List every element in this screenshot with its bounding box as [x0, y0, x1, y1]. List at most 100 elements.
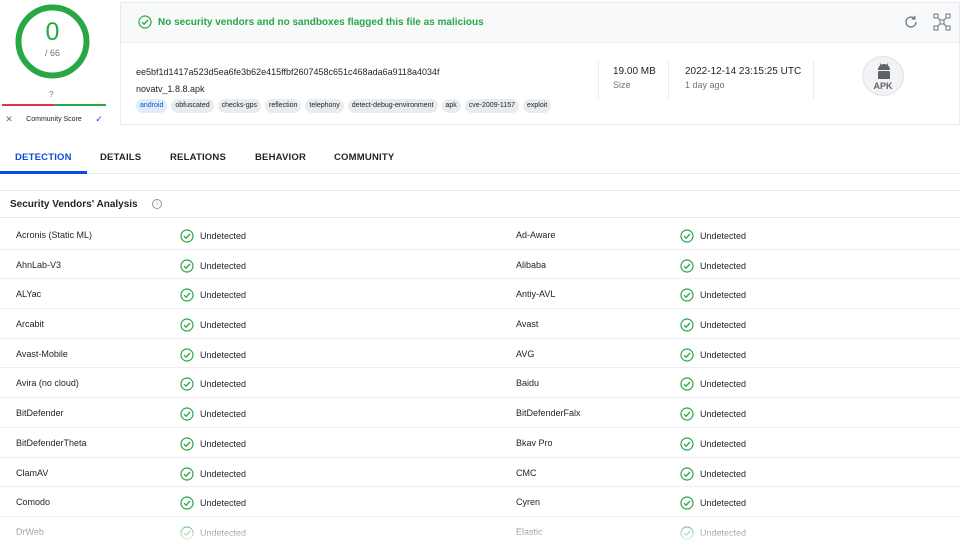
tag[interactable]: cve-2009-1157: [464, 99, 519, 113]
tab-detection[interactable]: DETECTION: [15, 152, 72, 163]
check-circle-icon: [180, 377, 194, 392]
vendor-name: Avast: [516, 319, 539, 330]
vendor-name: Cyren: [516, 497, 541, 508]
vendor-row: Arcabit Undetected Avast Undetected: [0, 309, 960, 339]
tag[interactable]: obfuscated: [171, 99, 214, 113]
check-circle-icon: [680, 229, 694, 243]
tag[interactable]: android: [136, 99, 168, 113]
section-header: Security Vendors' Analysis i: [0, 190, 960, 218]
vendor-result: Undetected: [180, 437, 246, 451]
info-icon[interactable]: i: [152, 199, 162, 209]
community-score-row: ✕ Community Score ✓: [4, 113, 104, 125]
vendor-result: Undetected: [180, 526, 246, 540]
divider: [598, 61, 599, 99]
vendor-result: Undetected: [680, 259, 746, 273]
vendor-name: Acronis (Static ML): [16, 230, 93, 240]
close-icon[interactable]: ✕: [4, 114, 14, 125]
vendor-result-label: Undetected: [200, 349, 247, 360]
tag[interactable]: checks-gps: [217, 99, 262, 113]
vendor-name: BitDefenderFalx: [516, 408, 581, 419]
vendor-result-label: Undetected: [200, 231, 247, 241]
check-circle-icon: [680, 377, 694, 392]
vendor-result-label: Undetected: [700, 438, 747, 449]
tag[interactable]: detect-debug-environment: [347, 99, 438, 113]
file-size-label: Size: [613, 80, 631, 90]
vendor-result: Undetected: [680, 288, 746, 302]
vendor-result-label: Undetected: [200, 498, 247, 509]
check-icon[interactable]: ✓: [94, 114, 104, 125]
check-circle-icon: [680, 318, 694, 332]
check-circle-icon: [180, 229, 194, 243]
vendor-result: Undetected: [680, 318, 746, 332]
vendor-row: BitDefenderTheta Undetected Bkav Pro Undete…: [0, 428, 960, 458]
vendor-name: Avira (no cloud): [16, 378, 79, 389]
vendor-name: Alibaba: [516, 259, 547, 270]
check-circle-icon: [680, 466, 694, 481]
analysis-date-relative: 1 day ago: [685, 80, 725, 90]
check-circle-icon: [180, 496, 194, 510]
community-score-label: Community Score: [26, 115, 82, 123]
check-circle-icon: [180, 407, 194, 421]
check-circle-icon: [180, 288, 194, 302]
check-circle-icon: [180, 318, 194, 332]
check-circle-icon: [180, 466, 194, 481]
vendor-result: Undetected: [680, 377, 746, 392]
vendor-name: Arcabit: [16, 319, 45, 330]
vendor-result-label: Undetected: [200, 290, 247, 301]
file-name: novatv_1.8.8.apk: [136, 84, 205, 94]
tag[interactable]: reflection: [265, 99, 302, 113]
check-circle-icon: [180, 259, 194, 273]
vendor-result: Undetected: [180, 466, 246, 481]
vendor-name: ClamAV: [16, 467, 49, 478]
refresh-icon[interactable]: [903, 14, 919, 30]
vendor-result-label: Undetected: [700, 498, 747, 509]
tab-community[interactable]: COMMUNITY: [334, 152, 394, 163]
vendor-result: Undetected: [180, 377, 246, 392]
vendor-result: Undetected: [680, 407, 746, 421]
vendor-row: ClamAV Undetected CMC Undetected: [0, 458, 960, 488]
community-score-value: ?: [49, 90, 54, 99]
vendor-result-label: Undetected: [700, 527, 747, 538]
detection-total: / 66: [44, 48, 60, 58]
vendor-result-label: Undetected: [200, 260, 247, 271]
check-circle-icon: [680, 288, 694, 302]
vendor-name: AhnLab-V3: [16, 259, 62, 270]
vendor-row: AhnLab-V3 Undetected Alibaba Undetected: [0, 250, 960, 280]
tag[interactable]: apk: [441, 99, 461, 113]
vendor-name: Comodo: [16, 497, 51, 508]
vendor-name: Ad-Aware: [516, 230, 556, 240]
vendor-name: AVG: [516, 348, 535, 359]
check-circle-icon: [680, 526, 694, 540]
vendor-result-label: Undetected: [200, 409, 247, 420]
check-circle-icon: [680, 259, 694, 273]
check-circle-icon: [180, 526, 194, 540]
vendor-result: Undetected: [680, 526, 746, 540]
status-banner: No security vendors and no sandboxes fla…: [121, 3, 959, 43]
check-circle-icon: [138, 15, 152, 29]
vendor-result: Undetected: [680, 437, 746, 451]
tab-details[interactable]: DETAILS: [100, 152, 141, 163]
vendor-result-label: Undetected: [700, 260, 747, 271]
check-circle-icon: [680, 348, 694, 362]
divider: [668, 61, 669, 99]
vendor-table: Acronis (Static ML) Undetected Ad-Aware Und…: [0, 220, 960, 540]
vendor-row: BitDefender Undetected BitDefenderFalx Unde…: [0, 398, 960, 428]
tab-relations[interactable]: RELATIONS: [170, 152, 226, 163]
graph-icon[interactable]: [933, 13, 951, 31]
community-score-bar-positive: [54, 104, 106, 106]
vendor-result: Undetected: [680, 466, 746, 481]
file-hash[interactable]: ee5bf1d1417a523d5ea6fe3b62e415ffbf260745…: [136, 67, 439, 77]
section-title: Security Vendors' Analysis: [10, 199, 138, 210]
tab-behavior[interactable]: BEHAVIOR: [255, 152, 306, 163]
tag[interactable]: telephony: [305, 99, 344, 113]
vendor-result-label: Undetected: [200, 527, 247, 538]
vendor-result-label: Undetected: [200, 320, 247, 331]
vendor-result: Undetected: [680, 348, 746, 362]
vendor-name: Baidu: [516, 378, 540, 389]
community-score-bar-negative: [2, 104, 54, 106]
android-icon: [878, 63, 890, 79]
vendor-result-label: Undetected: [200, 438, 247, 449]
tag[interactable]: exploit: [522, 99, 552, 113]
vendor-result-label: Undetected: [700, 231, 747, 241]
vendor-name: DrWeb: [16, 526, 44, 537]
